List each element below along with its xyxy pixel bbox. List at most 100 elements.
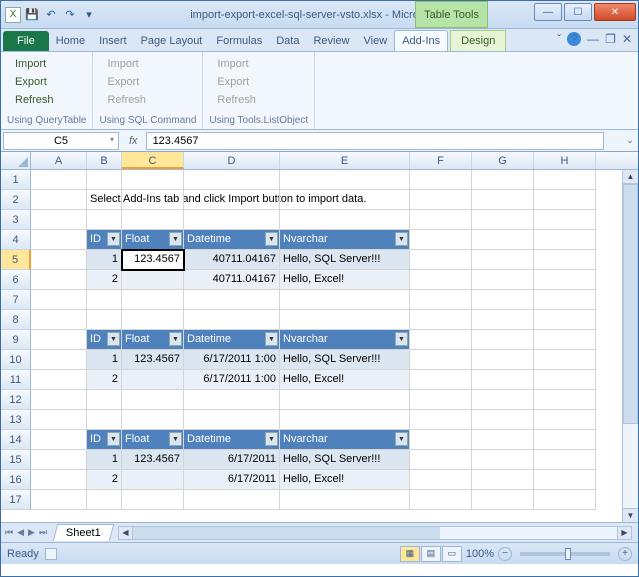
cell[interactable] [122,190,184,210]
cell[interactable] [122,410,184,430]
cell[interactable] [31,190,87,210]
cell[interactable] [472,230,534,250]
cell[interactable]: 1 [87,250,122,270]
cell[interactable] [87,310,122,330]
cell[interactable] [410,210,472,230]
row-header[interactable]: 5 [1,250,31,270]
cell[interactable] [122,490,184,510]
tab-view[interactable]: View [357,31,395,51]
cell[interactable]: ID▼ [87,430,122,450]
cell[interactable] [410,370,472,390]
filter-dropdown-icon[interactable]: ▼ [169,332,182,346]
scroll-right-arrow[interactable]: ▶ [617,527,631,539]
doc-restore-icon[interactable]: ❐ [605,32,616,46]
export-button[interactable]: Export [11,74,82,90]
cell[interactable] [31,310,87,330]
cell[interactable] [472,210,534,230]
cell[interactable] [534,390,596,410]
column-header[interactable]: D [184,152,280,169]
design-tab[interactable]: Design [450,30,506,51]
cell[interactable] [184,290,280,310]
cell[interactable]: 6/17/2011 [184,450,280,470]
zoom-in-button[interactable]: + [618,547,632,561]
sheet-nav-first[interactable]: ⏮ [5,527,13,538]
import-button[interactable]: Import [11,56,82,72]
cell[interactable]: Hello, SQL Server!!! [280,450,410,470]
minimize-ribbon-icon[interactable]: ˇ [557,32,561,46]
cell[interactable] [472,310,534,330]
zoom-out-button[interactable]: − [498,547,512,561]
cell[interactable]: Hello, Excel! [280,370,410,390]
cell[interactable]: Select Add-Ins tab and click Import butt… [87,190,122,210]
cell[interactable] [87,390,122,410]
filter-dropdown-icon[interactable]: ▼ [107,332,120,346]
cell[interactable] [410,250,472,270]
row-header[interactable]: 11 [1,370,31,390]
cell[interactable]: ID▼ [87,330,122,350]
cell[interactable] [122,370,184,390]
cell[interactable] [410,410,472,430]
cell[interactable] [410,290,472,310]
cell[interactable] [410,430,472,450]
cell[interactable] [410,330,472,350]
horizontal-scrollbar[interactable]: ◀ ▶ [118,526,632,540]
help-icon[interactable]: ? [567,32,581,46]
cell[interactable] [122,290,184,310]
file-tab[interactable]: File [3,31,49,51]
cell[interactable] [410,190,472,210]
row-header[interactable]: 1 [1,170,31,190]
cell[interactable] [280,490,410,510]
tab-insert[interactable]: Insert [92,31,134,51]
cell[interactable] [410,390,472,410]
cell[interactable]: Nvarchar▼ [280,230,410,250]
cell[interactable] [410,230,472,250]
cell[interactable] [280,210,410,230]
sheet-nav-last[interactable]: ⏭ [39,527,47,538]
maximize-button[interactable]: ☐ [564,3,592,21]
expand-formula-bar[interactable]: ⌄ [622,135,638,146]
cell[interactable]: ID▼ [87,230,122,250]
filter-dropdown-icon[interactable]: ▼ [265,232,278,246]
cell[interactable] [280,290,410,310]
cell[interactable] [534,310,596,330]
fx-icon[interactable]: fx [121,135,146,147]
cell[interactable] [472,430,534,450]
cell[interactable] [31,290,87,310]
cell[interactable] [31,270,87,290]
cell[interactable] [184,410,280,430]
row-header[interactable]: 9 [1,330,31,350]
vertical-scrollbar[interactable]: ▲ ▼ [622,170,638,522]
column-header[interactable]: C [122,152,184,169]
cell[interactable] [280,170,410,190]
cell[interactable] [534,170,596,190]
minimize-button[interactable]: — [534,3,562,21]
cell[interactable]: Hello, Excel! [280,270,410,290]
cell[interactable] [472,290,534,310]
column-header[interactable]: F [410,152,472,169]
scroll-down-arrow[interactable]: ▼ [623,508,638,522]
filter-dropdown-icon[interactable]: ▼ [265,332,278,346]
filter-dropdown-icon[interactable]: ▼ [265,432,278,446]
column-header[interactable]: A [31,152,87,169]
cell[interactable]: Datetime▼ [184,330,280,350]
cell[interactable] [534,430,596,450]
cell[interactable] [122,210,184,230]
cell[interactable] [410,350,472,370]
row-header[interactable]: 17 [1,490,31,510]
cell[interactable] [472,390,534,410]
cell[interactable] [280,390,410,410]
cell[interactable] [410,310,472,330]
cell[interactable]: 6/17/2011 1:00 [184,350,280,370]
h-scroll-thumb[interactable] [133,527,440,539]
cell[interactable] [472,470,534,490]
cell[interactable]: Hello, Excel! [280,470,410,490]
cell[interactable] [31,350,87,370]
cell[interactable] [534,450,596,470]
cell[interactable] [87,170,122,190]
row-header[interactable]: 8 [1,310,31,330]
cell[interactable] [31,410,87,430]
row-header[interactable]: 12 [1,390,31,410]
cell[interactable] [31,210,87,230]
cell[interactable]: 6/17/2011 1:00 [184,370,280,390]
name-box[interactable]: C5 [3,132,119,150]
